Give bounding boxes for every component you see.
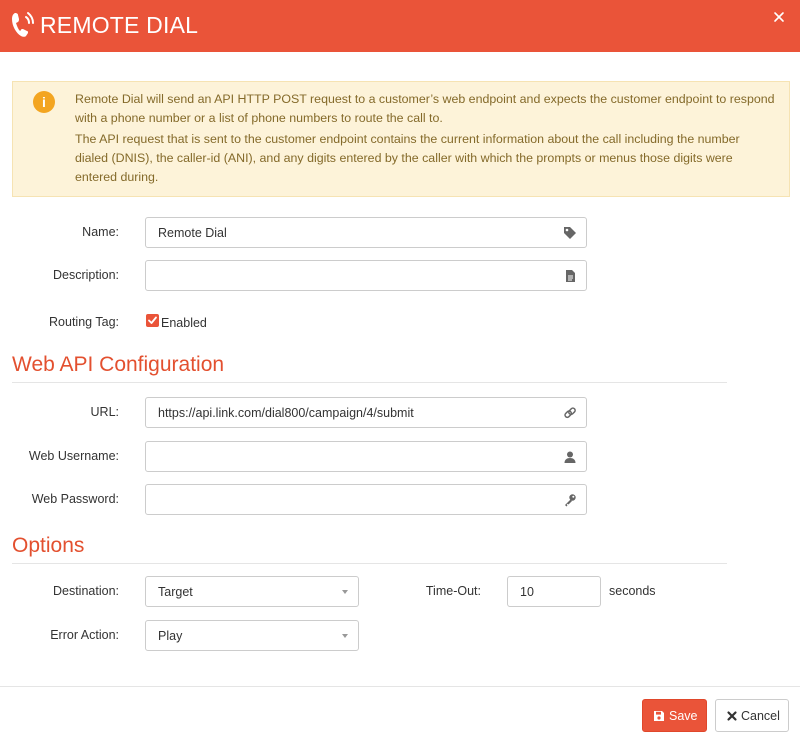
web-api-heading: Web API Configuration	[12, 353, 225, 376]
description-label: Description:	[53, 268, 119, 282]
error-action-label: Error Action:	[50, 628, 119, 642]
save-button[interactable]: Save	[642, 699, 707, 732]
save-button-label: Save	[669, 709, 698, 723]
time-out-label: Time-Out:	[425, 584, 481, 598]
web-password-label: Web Password:	[31, 492, 119, 506]
key-icon	[565, 494, 576, 507]
options-heading: Options	[12, 534, 85, 557]
web-api-divider	[12, 382, 727, 383]
destination-label: Destination:	[52, 584, 119, 598]
destination-select[interactable]: Target	[145, 576, 359, 607]
info-icon: i	[33, 91, 55, 113]
name-field[interactable]: Remote Dial	[145, 217, 587, 248]
name-label: Name:	[82, 225, 119, 239]
floppy-icon	[654, 711, 664, 721]
time-out-field[interactable]: 10	[507, 576, 601, 607]
time-out-unit: seconds	[609, 584, 656, 598]
routing-tag-checkbox[interactable]	[146, 314, 159, 327]
tag-icon	[564, 227, 576, 239]
chevron-down-icon	[342, 590, 348, 594]
destination-value: Target	[158, 585, 193, 599]
error-action-select[interactable]: Play	[145, 620, 359, 651]
info-alert: i Remote Dial will send an API HTTP POST…	[12, 81, 790, 197]
name-value: Remote Dial	[158, 226, 227, 240]
routing-tag-label: Routing Tag:	[49, 315, 119, 329]
cancel-button[interactable]: Cancel	[715, 699, 789, 732]
description-field[interactable]	[145, 260, 587, 291]
dialog-title: REMOTE DIAL	[40, 12, 199, 38]
url-field[interactable]: https://api.link.com/dial800/campaign/4/…	[145, 397, 587, 428]
chevron-down-icon	[342, 634, 348, 638]
close-icon[interactable]	[772, 10, 786, 24]
error-action-value: Play	[158, 629, 183, 643]
options-divider	[12, 563, 727, 564]
x-icon	[727, 711, 737, 721]
alert-paragraph-2: The API request that is sent to the cust…	[75, 132, 740, 184]
footer-divider	[0, 686, 800, 687]
web-username-field[interactable]	[145, 441, 587, 472]
alert-paragraph-1: Remote Dial will send an API HTTP POST r…	[75, 92, 775, 125]
web-username-label: Web Username:	[28, 449, 119, 463]
dialog-header: REMOTE DIAL	[0, 0, 800, 52]
time-out-value: 10	[520, 585, 534, 599]
file-icon	[566, 270, 575, 282]
url-label: URL:	[90, 405, 119, 419]
web-password-field[interactable]	[145, 484, 587, 515]
user-icon	[564, 451, 576, 463]
routing-tag-option-label[interactable]: Enabled	[161, 316, 207, 330]
cancel-button-label: Cancel	[741, 709, 780, 723]
url-value: https://api.link.com/dial800/campaign/4/…	[158, 406, 414, 420]
phone-ringing-icon	[12, 12, 34, 37]
check-icon	[148, 316, 157, 324]
link-icon	[564, 407, 576, 419]
